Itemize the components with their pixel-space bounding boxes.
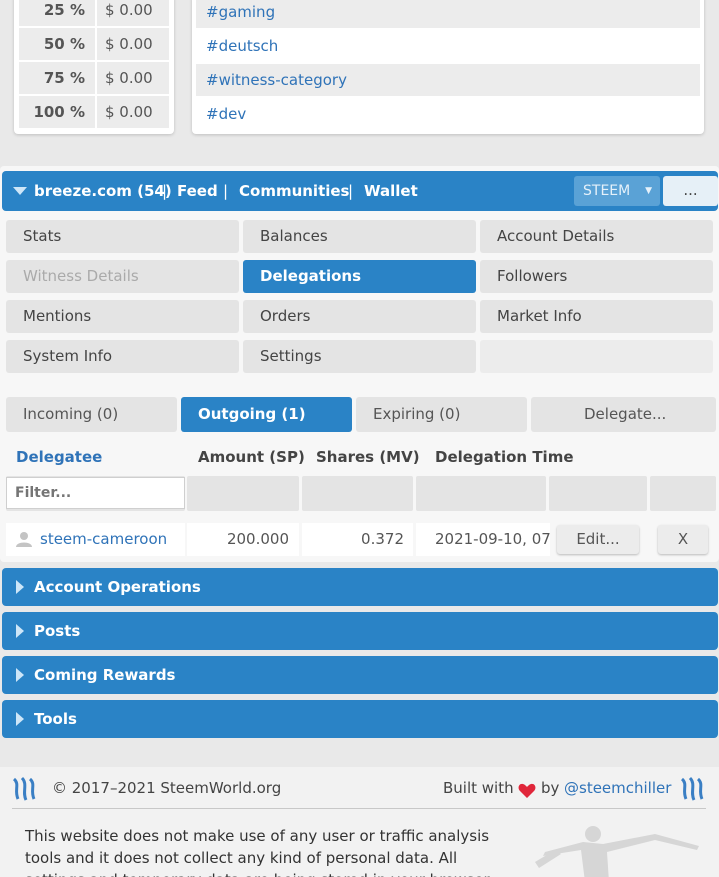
tab-orders[interactable]: Orders	[243, 300, 476, 333]
section-title: Account Operations	[34, 578, 201, 596]
section-title: Posts	[34, 622, 81, 640]
tab-witness-details[interactable]: Witness Details	[6, 260, 239, 293]
percent-amount: $ 0.00	[97, 62, 169, 94]
percent-card: 25 % $ 0.00 50 % $ 0.00 75 % $ 0.00 100 …	[14, 0, 174, 134]
percent-row: 25 % $ 0.00	[19, 0, 169, 26]
column-header-amount[interactable]: Amount (SP)	[198, 441, 305, 473]
tag-link[interactable]: #dev	[196, 98, 700, 130]
collapse-caret-icon[interactable]	[13, 187, 27, 195]
expand-caret-icon	[16, 668, 24, 682]
tag-link[interactable]: #witness-category	[196, 64, 700, 96]
amount-cell: 200.000	[187, 523, 299, 556]
feed-link[interactable]: Feed	[177, 171, 218, 211]
tab-account-details[interactable]: Account Details	[480, 220, 713, 253]
tab-stats[interactable]: Stats	[6, 220, 239, 253]
tab-incoming[interactable]: Incoming (0)	[6, 397, 177, 432]
percent-amount: $ 0.00	[97, 96, 169, 128]
section-title: Coming Rewards	[34, 666, 176, 684]
expand-caret-icon	[16, 712, 24, 726]
column-header-shares[interactable]: Shares (MV)	[316, 441, 420, 473]
filter-input[interactable]	[6, 477, 185, 509]
percent-amount: $ 0.00	[97, 28, 169, 60]
edit-button[interactable]: Edit...	[557, 525, 639, 554]
tab-empty-slot	[480, 340, 713, 373]
delegatee-link[interactable]: steem-cameroon	[40, 523, 167, 556]
author-link[interactable]: @steemchiller	[564, 779, 671, 797]
delegate-button[interactable]: Delegate...	[531, 397, 716, 432]
percent-row: 75 % $ 0.00	[19, 62, 169, 94]
time-cell: 2021-09-10, 07:	[416, 523, 550, 556]
user-icon	[16, 532, 32, 547]
column-header-time[interactable]: Delegation Time	[435, 441, 574, 473]
separator: |	[162, 182, 168, 200]
column-header-delegatee[interactable]: Delegatee	[16, 441, 102, 473]
percent-label: 100 %	[19, 96, 95, 128]
tag-link[interactable]: #gaming	[196, 0, 700, 28]
currency-select[interactable]: STEEM ▼	[574, 176, 660, 206]
percent-label: 50 %	[19, 28, 95, 60]
footer-divider	[12, 808, 706, 809]
heart-icon	[518, 783, 536, 798]
percent-row: 50 % $ 0.00	[19, 28, 169, 60]
more-button[interactable]: ...	[663, 176, 718, 206]
percent-amount: $ 0.00	[97, 0, 169, 26]
filter-cell	[187, 476, 299, 511]
wallet-link[interactable]: Wallet	[364, 171, 418, 211]
steem-logo-icon[interactable]	[12, 776, 40, 802]
tab-mentions[interactable]: Mentions	[6, 300, 239, 333]
currency-value: STEEM	[583, 183, 631, 199]
filter-cell	[302, 476, 413, 511]
chevron-down-icon: ▼	[645, 186, 652, 196]
section-coming-rewards[interactable]: Coming Rewards	[2, 656, 718, 694]
separator: |	[223, 182, 229, 200]
table-row: steem-cameroon	[6, 523, 185, 556]
filter-cell	[650, 476, 716, 511]
tag-link[interactable]: #deutsch	[196, 30, 700, 62]
percent-label: 75 %	[19, 62, 95, 94]
tags-card: #gaming #deutsch #witness-category #dev	[192, 0, 704, 134]
tab-balances[interactable]: Balances	[243, 220, 476, 253]
section-tools[interactable]: Tools	[2, 700, 718, 738]
section-account-operations[interactable]: Account Operations	[2, 568, 718, 606]
filter-cell	[549, 476, 647, 511]
copyright-text: © 2017–2021 SteemWorld.org	[52, 779, 282, 797]
tab-expiring[interactable]: Expiring (0)	[356, 397, 527, 432]
tab-outgoing[interactable]: Outgoing (1)	[181, 397, 352, 432]
steem-logo-icon[interactable]	[680, 776, 708, 802]
section-title: Tools	[34, 710, 77, 728]
shares-cell: 0.372	[302, 523, 413, 556]
account-link[interactable]: breeze.com (54)	[34, 171, 172, 211]
tab-market-info[interactable]: Market Info	[480, 300, 713, 333]
separator: |	[348, 182, 354, 200]
section-posts[interactable]: Posts	[2, 612, 718, 650]
percent-label: 25 %	[19, 0, 95, 26]
percent-row: 100 % $ 0.00	[19, 96, 169, 128]
filter-cell	[416, 476, 546, 511]
person-silhouette-icon	[535, 826, 699, 877]
tab-system-info[interactable]: System Info	[6, 340, 239, 373]
built-with-text: Built with	[443, 779, 514, 797]
tab-settings[interactable]: Settings	[243, 340, 476, 373]
by-text: by	[541, 779, 560, 797]
remove-button[interactable]: X	[658, 525, 708, 554]
tab-delegations[interactable]: Delegations	[243, 260, 476, 293]
expand-caret-icon	[16, 580, 24, 594]
expand-caret-icon	[16, 624, 24, 638]
privacy-text: This website does not make use of any us…	[25, 827, 490, 877]
communities-link[interactable]: Communities	[239, 171, 350, 211]
account-bar: breeze.com (54) | Feed | Communities | W…	[2, 171, 718, 211]
tab-followers[interactable]: Followers	[480, 260, 713, 293]
